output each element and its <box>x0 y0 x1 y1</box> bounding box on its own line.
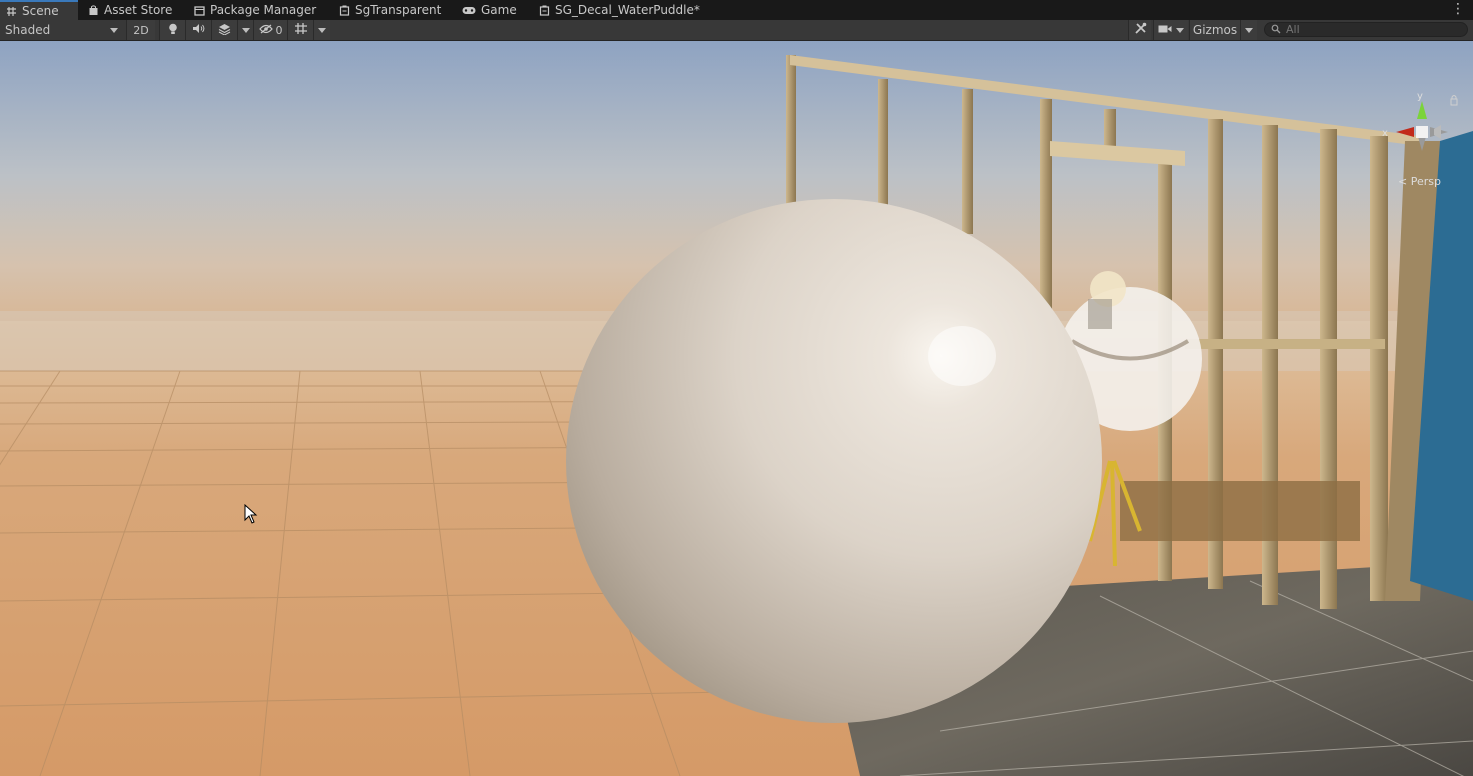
tab-label: SG_Decal_WaterPuddle* <box>555 3 700 17</box>
tools-settings-button[interactable] <box>1128 20 1151 40</box>
gizmos-label: Gizmos <box>1192 23 1238 37</box>
projection-label[interactable]: < Persp <box>1398 175 1441 188</box>
gizmos-toggle-button[interactable]: Gizmos <box>1189 20 1240 40</box>
sphere-object <box>566 199 1102 723</box>
scene-grid-icon <box>6 6 17 17</box>
eye-slash-icon <box>258 24 273 37</box>
tab-label: Game <box>481 3 517 17</box>
grid-icon <box>294 22 308 38</box>
camera-icon <box>1158 24 1172 37</box>
mouse-cursor-icon <box>244 503 258 527</box>
audio-toggle-button[interactable] <box>185 20 211 40</box>
lighting-toggle-button[interactable] <box>159 20 185 40</box>
gizmo-y-label: y <box>1417 91 1423 102</box>
chevron-down-icon <box>318 27 326 33</box>
effects-toggle-button[interactable] <box>211 20 237 40</box>
tab-label: Scene <box>22 4 59 18</box>
tab-asset-store[interactable]: Asset Store <box>88 0 172 20</box>
tab-package-manager[interactable]: Package Manager <box>194 0 316 20</box>
scene-search-field[interactable] <box>1264 22 1468 37</box>
effects-dropdown-button[interactable] <box>237 20 253 40</box>
scene-render <box>0 41 1473 776</box>
tab-sg-decal-waterpuddle[interactable]: SG_Decal_WaterPuddle* <box>539 0 700 20</box>
shading-mode-label: Shaded <box>5 23 51 37</box>
package-box-icon <box>194 5 205 16</box>
gizmo-x-label: x <box>1382 128 1388 139</box>
shader-graph-icon <box>339 5 350 16</box>
tab-label: Asset Store <box>104 3 173 17</box>
speaker-icon <box>192 23 205 37</box>
lightbulb-icon <box>168 23 178 38</box>
store-bag-icon <box>88 4 99 16</box>
gamepad-icon <box>462 5 476 16</box>
chevron-down-icon <box>1245 27 1253 33</box>
orientation-gizmo[interactable]: y x <box>1376 89 1468 189</box>
chevron-down-icon <box>1176 27 1184 33</box>
search-input[interactable] <box>1286 23 1456 36</box>
editor-tab-bar: Scene Asset Store Package Manager SgTran… <box>0 0 1473 20</box>
hidden-objects-toggle-button[interactable]: 0 <box>253 20 287 40</box>
tab-game[interactable]: Game <box>462 0 517 20</box>
scene-toolbar: Shaded 2D 0 Gizmos All <box>0 20 1473 41</box>
shader-graph-icon <box>539 5 550 16</box>
tab-sgtransparent[interactable]: SgTransparent <box>339 0 441 20</box>
grid-toggle-button[interactable] <box>287 20 313 40</box>
chevron-down-icon <box>110 27 118 33</box>
search-icon <box>1271 23 1281 37</box>
tools-icon <box>1134 22 1147 38</box>
toggle-2d-label: 2D <box>133 23 149 37</box>
more-options-icon[interactable]: ⋮ <box>1451 2 1465 16</box>
gizmos-dropdown-button[interactable] <box>1240 20 1257 40</box>
tab-scene[interactable]: Scene <box>0 0 78 20</box>
chevron-down-icon <box>241 27 250 33</box>
scene-viewport[interactable]: y x < Persp <box>0 41 1473 776</box>
tab-label: SgTransparent <box>355 3 442 17</box>
camera-settings-button[interactable] <box>1153 20 1188 40</box>
shading-mode-dropdown[interactable]: Shaded <box>0 20 122 40</box>
grid-dropdown-button[interactable] <box>313 20 330 40</box>
hidden-count: 0 <box>275 23 283 37</box>
tab-label: Package Manager <box>210 3 317 17</box>
toggle-2d-button[interactable]: 2D <box>126 20 155 40</box>
layers-icon <box>218 23 231 38</box>
